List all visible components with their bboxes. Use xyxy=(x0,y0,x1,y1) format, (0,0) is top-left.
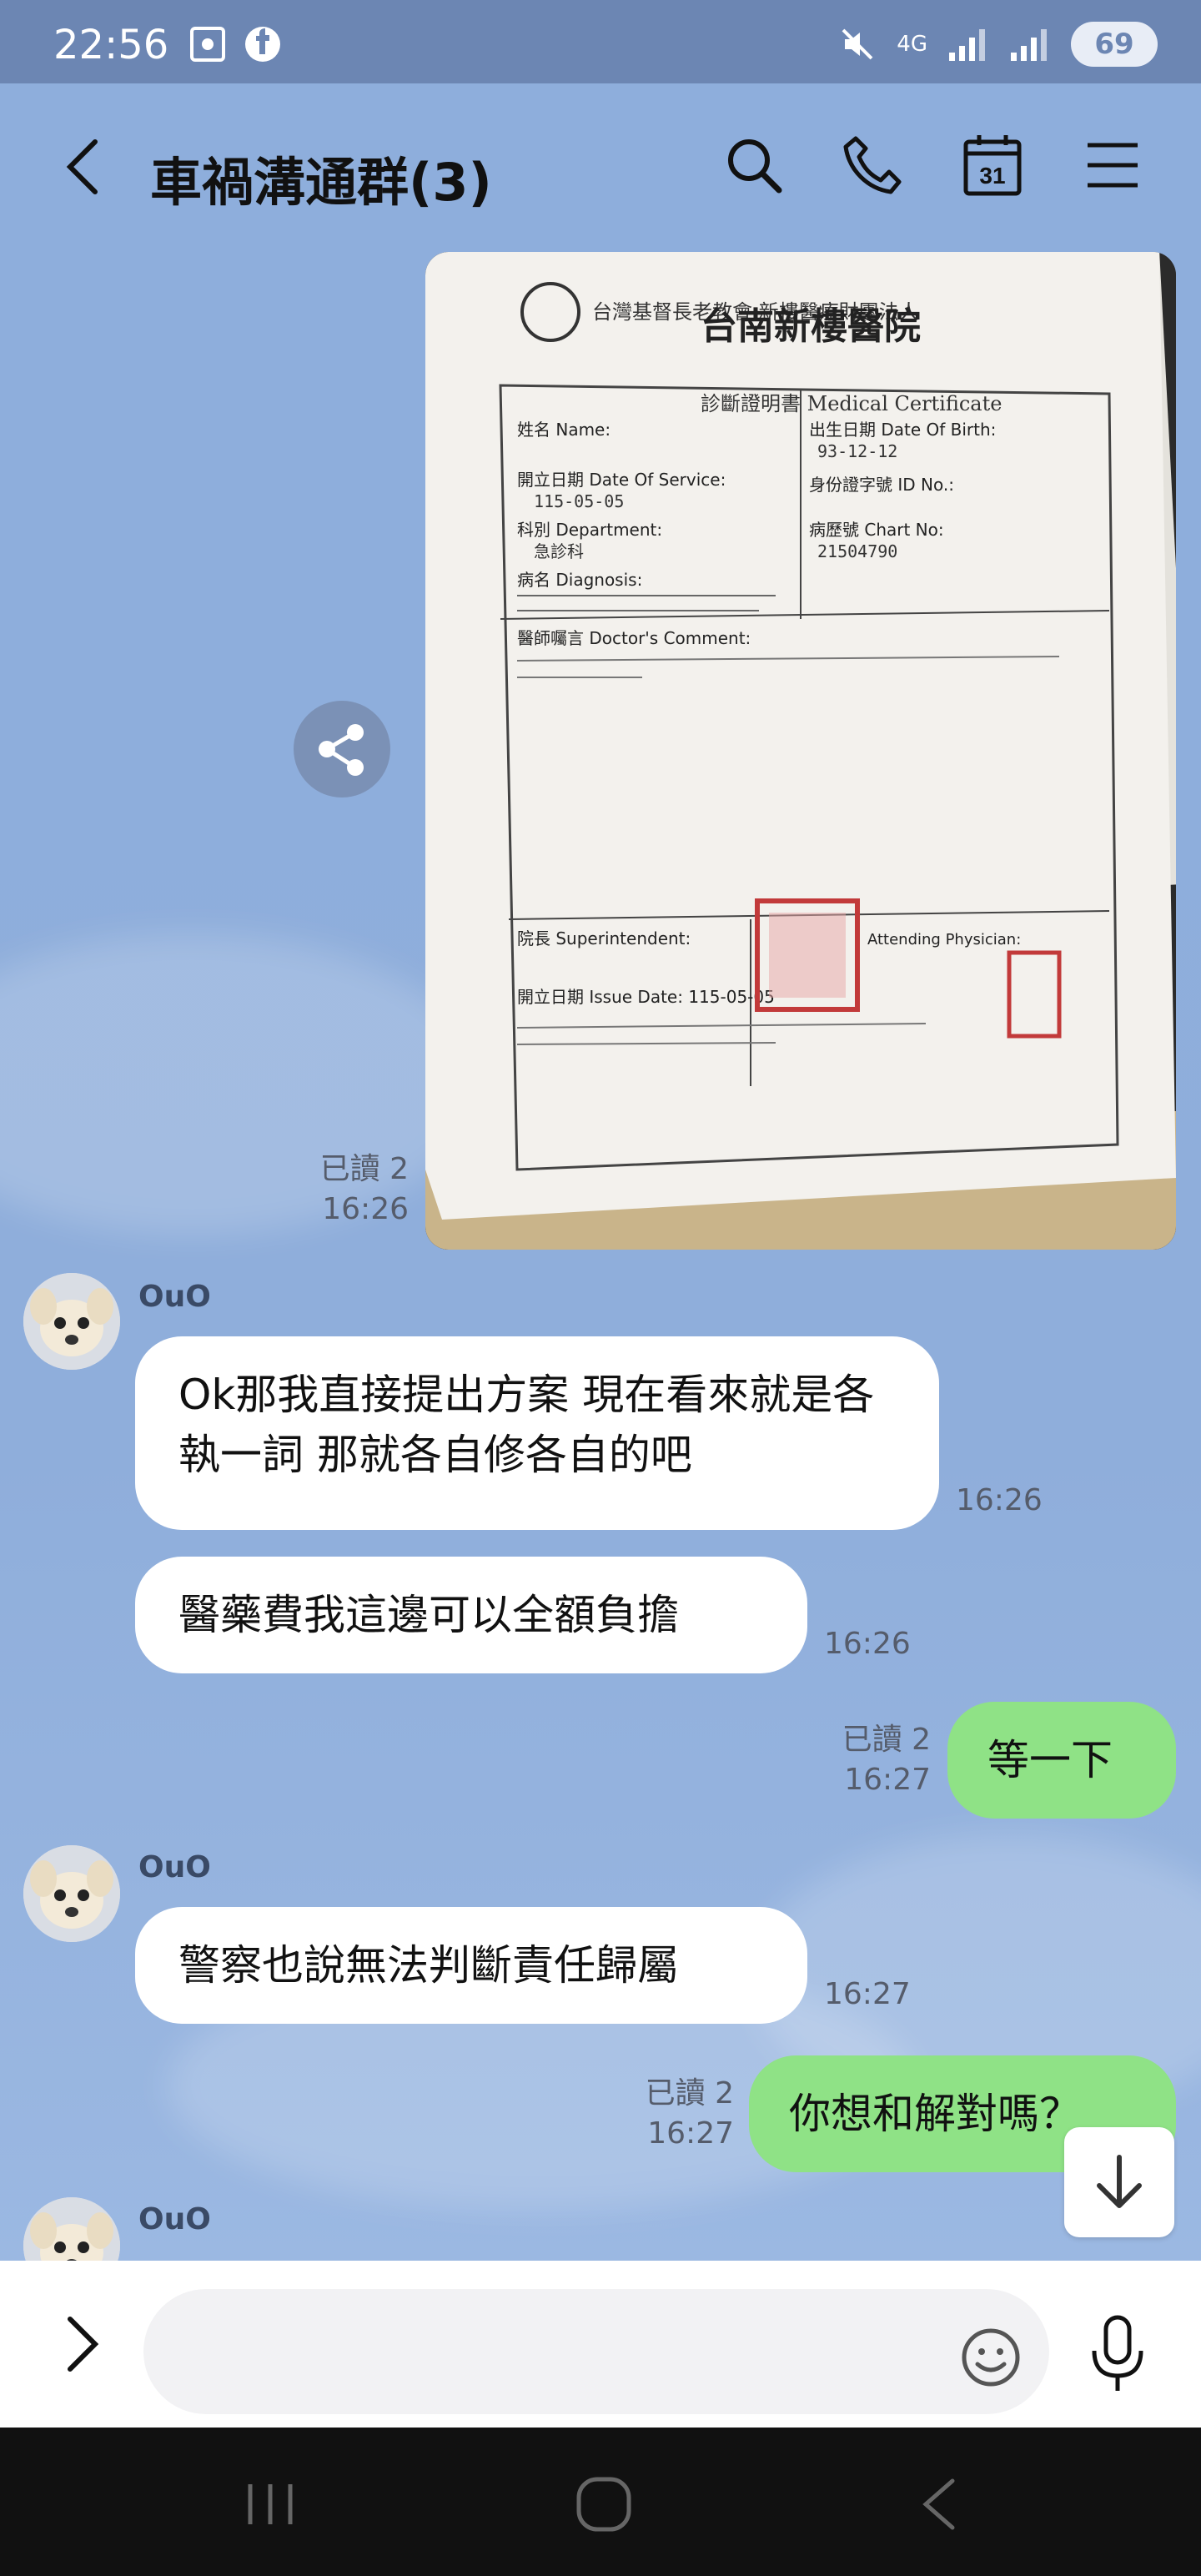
message-time: 16:26 xyxy=(956,1483,1043,1517)
status-time: 22:56 xyxy=(53,22,169,68)
message-input-bar xyxy=(0,2261,1201,2428)
cert-dept-label: 科別 Department: xyxy=(517,520,662,540)
phone-icon[interactable] xyxy=(839,132,906,199)
cert-dob: 93-12-12 xyxy=(817,441,897,461)
cert-dept: 急診科 xyxy=(534,541,584,561)
message-time: 16:26 xyxy=(824,1627,911,1661)
message-time: 16:27 xyxy=(647,2116,734,2151)
cert-id-label: 身份證字號 ID No.: xyxy=(809,475,954,495)
chat-title: 車禍溝通群(3) xyxy=(150,152,492,213)
read-receipt: 已讀 2 xyxy=(319,1152,409,1186)
search-icon[interactable] xyxy=(721,132,787,199)
cert-chart-no: 21504790 xyxy=(817,541,897,561)
share-button[interactable] xyxy=(294,701,390,797)
message-bubble[interactable]: 等一下 xyxy=(947,1702,1176,1819)
cert-service-label: 開立日期 Date Of Service: xyxy=(517,470,726,490)
network-label: 4G xyxy=(897,32,927,57)
signal-icon-2 xyxy=(1011,29,1047,61)
sender-name: OuO xyxy=(138,1280,211,1314)
message-input[interactable] xyxy=(143,2289,1049,2414)
certificate-image: 台灣基督長老教會 新樓醫療財團法人 台南新樓醫院 診斷證明書 Medical C… xyxy=(425,252,1176,1250)
status-right: 4G 69 xyxy=(838,22,1158,67)
message-time: 16:27 xyxy=(844,1763,931,1797)
facebook-icon xyxy=(245,27,280,62)
message-meta: 已讀 2 16:27 xyxy=(801,1720,931,1800)
message-bubble[interactable]: Ok那我直接提出方案 現在看來就是各執一詞 那就各自修各自的吧 xyxy=(135,1336,939,1530)
message-bubble[interactable]: 醫藥費我這邊可以全額負擔 xyxy=(135,1557,807,1673)
recent-apps-icon[interactable] xyxy=(237,2471,304,2538)
dog-avatar-icon xyxy=(23,1273,120,1370)
cert-title: 診斷證明書 Medical Certificate xyxy=(701,392,1002,415)
medical-certificate-photo[interactable]: 台灣基督長老教會 新樓醫療財團法人 台南新樓醫院 診斷證明書 Medical C… xyxy=(425,252,1176,1250)
read-receipt: 已讀 2 xyxy=(842,1723,931,1757)
battery-level: 69 xyxy=(1094,28,1134,61)
cert-comment-label: 醫師囑言 Doctor's Comment: xyxy=(517,628,751,648)
calendar-icon[interactable]: 31 xyxy=(959,132,1026,199)
battery-indicator: 69 xyxy=(1071,22,1158,67)
background-cloud xyxy=(0,934,484,1235)
avatar[interactable] xyxy=(23,1845,120,1942)
chat-area[interactable]: 已讀 2 16:26 台灣基督長老教會 新樓醫療財團法人 台南新樓醫院 診斷證明… xyxy=(0,250,1201,2261)
home-icon[interactable] xyxy=(570,2471,637,2538)
signal-icon xyxy=(949,29,985,61)
read-receipt: 已讀 2 xyxy=(645,2076,734,2111)
cert-chart-label: 病歷號 Chart No: xyxy=(809,520,944,540)
avatar[interactable] xyxy=(23,2197,120,2261)
mute-icon xyxy=(842,28,873,60)
dog-avatar-icon xyxy=(23,1845,120,1942)
system-nav-bar xyxy=(0,2428,1201,2576)
cert-hospital: 台南新樓醫院 xyxy=(701,305,921,348)
message-meta: 已讀 2 16:27 xyxy=(597,2074,734,2154)
cert-super-label: 院長 Superintendent: xyxy=(517,928,691,948)
chevron-down-icon xyxy=(1097,2155,1142,2208)
cert-dob-label: 出生日期 Date Of Birth: xyxy=(809,420,996,440)
svg-text:31: 31 xyxy=(979,163,1005,189)
dog-avatar-icon xyxy=(23,2197,120,2261)
mic-icon[interactable] xyxy=(1084,2312,1151,2396)
scroll-to-bottom-button[interactable] xyxy=(1064,2127,1174,2237)
back-nav-icon[interactable] xyxy=(906,2471,972,2538)
status-bar: 22:56 4G 69 xyxy=(0,0,1201,83)
expand-icon[interactable] xyxy=(58,2311,108,2377)
cert-physician-label: Attending Physician: xyxy=(867,931,1021,948)
chat-header: 車禍溝通群(3) 31 xyxy=(0,83,1201,250)
cert-name-label: 姓名 Name: xyxy=(517,420,611,440)
sender-name: OuO xyxy=(138,2202,211,2236)
message-time: 16:27 xyxy=(824,1977,911,2011)
emoji-icon[interactable] xyxy=(957,2324,1024,2391)
menu-icon[interactable] xyxy=(1079,132,1146,199)
photo-meta: 已讀 2 16:26 xyxy=(250,1150,409,1230)
share-icon xyxy=(319,724,364,776)
cert-issue-label: 開立日期 Issue Date: 115-05-05 xyxy=(517,987,775,1007)
cert-diagnosis-label: 病名 Diagnosis: xyxy=(517,570,642,590)
message-bubble[interactable]: 警察也說無法判斷責任歸屬 xyxy=(135,1907,807,2024)
back-icon[interactable] xyxy=(58,133,108,200)
avatar[interactable] xyxy=(23,1273,120,1370)
sender-name: OuO xyxy=(138,1850,211,1884)
cert-service-date: 115-05-05 xyxy=(534,491,624,511)
message-time: 16:26 xyxy=(322,1192,409,1226)
screenshot-icon xyxy=(190,27,225,62)
